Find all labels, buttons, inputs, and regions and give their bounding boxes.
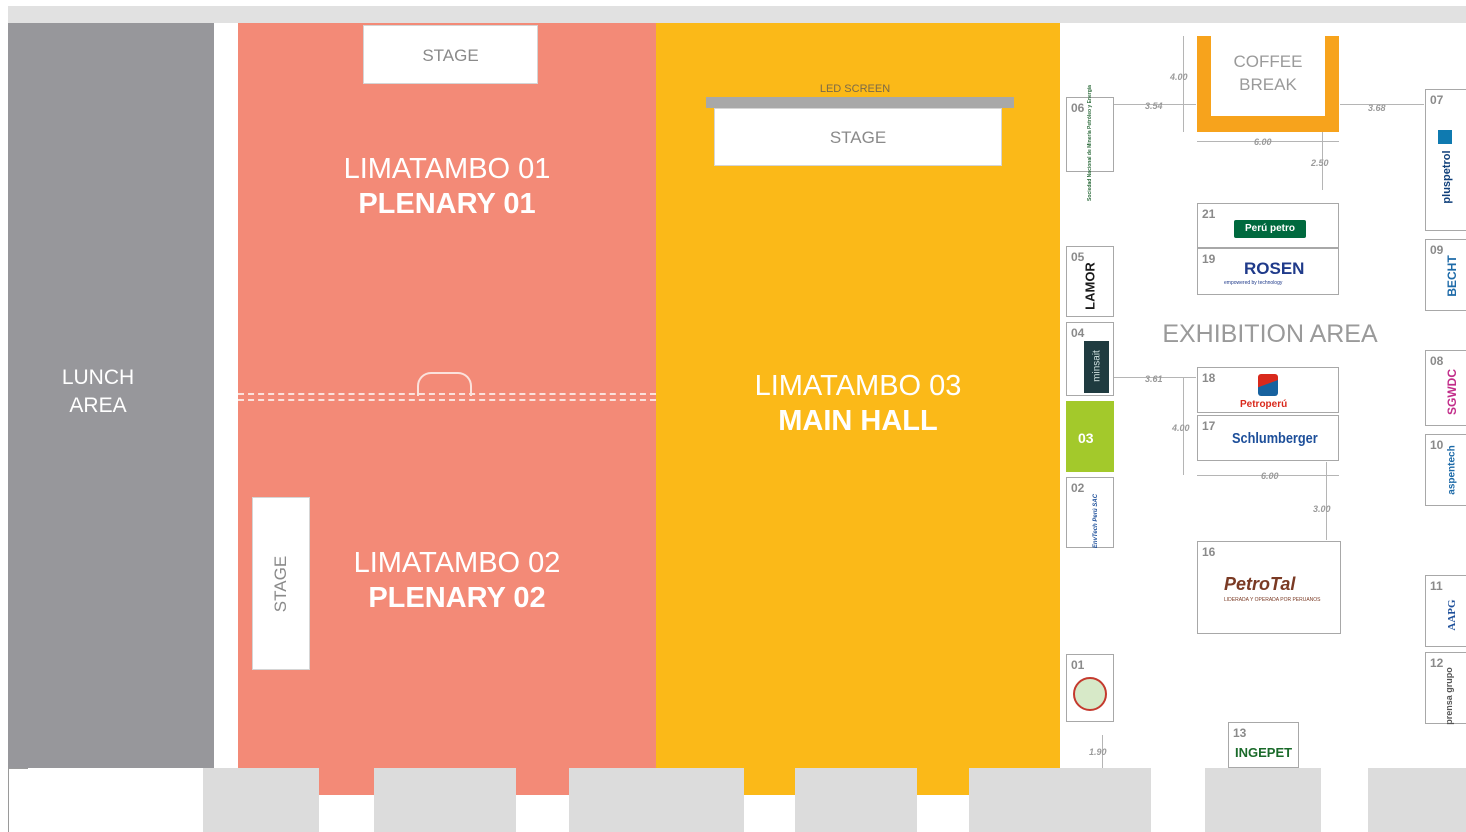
booth-05[interactable]: 05 LAMOR <box>1066 246 1114 317</box>
booth-16-tagline: LIDERADA Y OPERADA POR PERUANOS <box>1224 597 1321 603</box>
booth-01[interactable]: 01 <box>1066 654 1114 722</box>
booth-11[interactable]: 11 AAPG <box>1425 575 1466 647</box>
limatambo-01-02-room <box>238 23 656 795</box>
booth-04-logo: minsait <box>1091 350 1103 383</box>
dimension-label: 6.00 <box>1254 137 1272 147</box>
booth-13-logo: INGEPET <box>1235 745 1293 760</box>
dimension-label: 2.50 <box>1311 158 1329 168</box>
booth-08[interactable]: 08 SGWDC <box>1425 350 1466 426</box>
entrance-block <box>203 768 319 832</box>
dimension-label: 6.00 <box>1261 471 1279 481</box>
booth-17-logo: Schlumberger <box>1232 430 1318 447</box>
booth-04[interactable]: 04 minsait <box>1066 322 1114 396</box>
booth-21-logo: Perú petro <box>1234 220 1306 238</box>
exhibition-area-label: EXHIBITION AREA <box>1162 320 1378 348</box>
booth-13[interactable]: 13 INGEPET <box>1228 722 1299 768</box>
booth-02[interactable]: 02 EnvTech Perú SAC <box>1066 477 1114 548</box>
booth-09[interactable]: 09 BECHT <box>1425 239 1466 311</box>
petroperu-flame-icon <box>1258 374 1278 396</box>
main-hall-title: MAIN HALL <box>778 405 938 437</box>
booth-09-logo: BECHT <box>1445 255 1459 298</box>
lunch-area-label: LUNCH AREA <box>61 366 135 417</box>
dimension-label: 3.00 <box>1313 504 1331 514</box>
booth-06[interactable]: 06 Sociedad Nacional de Minería Petróleo… <box>1066 85 1114 201</box>
wall-corner <box>8 768 28 832</box>
dimension-label: 3.61 <box>1145 374 1163 384</box>
dimension-label: 4.00 <box>1170 72 1188 82</box>
booth-17[interactable]: 17 Schlumberger <box>1197 415 1339 461</box>
entrance-block <box>795 768 917 832</box>
dimension-label: 3.68 <box>1368 103 1386 113</box>
booth-08-logo: SGWDC <box>1445 368 1459 415</box>
coffee-counter-right <box>1325 36 1339 132</box>
coffee-counter-left <box>1197 36 1211 132</box>
booth-10[interactable]: 10 aspentech <box>1425 434 1466 506</box>
pluspetrol-cross-icon <box>1438 130 1452 144</box>
coffee-counter-bottom <box>1211 116 1325 132</box>
stage-plenary-01: STAGE <box>363 25 538 84</box>
booth-16-logo: PetroTal <box>1224 574 1296 594</box>
booth-01-seal-icon <box>1073 677 1107 711</box>
entrance-block <box>569 768 744 832</box>
partition-door-icon <box>417 372 472 396</box>
plenary-01-title: PLENARY 01 <box>358 188 536 220</box>
booth-10-logo: aspentech <box>1446 445 1458 495</box>
dimension-line <box>1326 462 1327 540</box>
limatambo-03-title: LIMATAMBO 03 <box>754 370 962 402</box>
plenary-02-title: PLENARY 02 <box>368 582 546 614</box>
booth-21[interactable]: 21 Perú petro <box>1197 203 1339 248</box>
limatambo-02-title: LIMATAMBO 02 <box>353 547 561 579</box>
limatambo-01-title: LIMATAMBO 01 <box>343 153 551 185</box>
booth-12-logo: prensa grupo <box>1444 667 1455 726</box>
booth-19-logo: ROSEN <box>1244 259 1305 278</box>
booth-18-logo: Petroperú <box>1240 399 1288 410</box>
dimension-label: 1.90 <box>1089 747 1107 757</box>
booth-16[interactable]: 16 PetroTal LIDERADA Y OPERADA POR PERUA… <box>1197 541 1341 634</box>
stage-main-hall: STAGE <box>714 108 1002 166</box>
entrance-blocks <box>0 768 1466 832</box>
coffee-break-label: COFFEE BREAK <box>1233 52 1303 94</box>
booth-03[interactable]: 03 <box>1066 401 1114 472</box>
entrance-block <box>374 768 516 832</box>
top-wall-band <box>8 6 1466 23</box>
booth-06-logo: Sociedad Nacional de Minería Petróleo y … <box>1087 85 1093 202</box>
booth-07[interactable]: 07 pluspetrol <box>1425 89 1466 231</box>
led-screen-bar <box>706 97 1014 108</box>
dimension-label: 3.54 <box>1145 101 1163 111</box>
dimension-line <box>1183 36 1184 132</box>
booth-07-logo: pluspetrol <box>1440 150 1453 204</box>
booth-12[interactable]: 12 prensa grupo <box>1425 652 1466 726</box>
booth-19[interactable]: 19 ROSEN empowered by technology <box>1197 248 1339 295</box>
entrance-block <box>1368 768 1466 832</box>
dimension-label: 4.00 <box>1172 423 1190 433</box>
booth-18[interactable]: 18 Petroperú <box>1197 367 1339 413</box>
led-screen-label: LED SCREEN <box>819 83 891 95</box>
entrance-block <box>1205 768 1321 832</box>
booth-02-logo: EnvTech Perú SAC <box>1092 493 1099 548</box>
entrance-block <box>969 768 1151 832</box>
booth-05-logo: LAMOR <box>1082 261 1098 310</box>
booth-11-logo: AAPG <box>1446 598 1458 631</box>
booth-19-tagline: empowered by technology <box>1224 280 1283 286</box>
